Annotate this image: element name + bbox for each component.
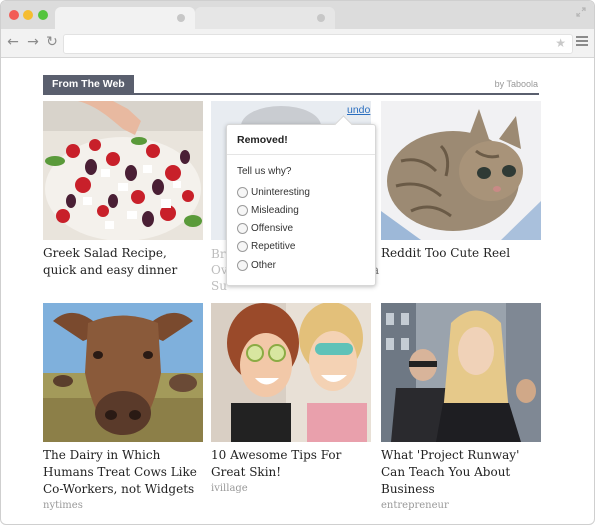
back-arrow-icon[interactable]: ←	[5, 34, 21, 50]
browser-toolbar: ← → ↻ ★	[1, 29, 594, 58]
reason-label: Other	[251, 260, 277, 271]
skin-tips-thumbnail[interactable]	[211, 303, 371, 442]
browser-tab[interactable]	[195, 7, 335, 29]
tab-close-icon[interactable]	[177, 14, 185, 22]
reason-option[interactable]: Other	[237, 259, 276, 273]
radio-button[interactable]	[237, 186, 248, 198]
hamburger-menu-icon[interactable]	[576, 36, 588, 48]
card-source: entrepreneur	[381, 500, 449, 511]
widget-header: From The Web by Taboola	[43, 75, 539, 95]
content-card[interactable]: Reddit Too Cute Reel	[381, 101, 541, 262]
card-source: ivillage	[211, 483, 248, 494]
content-card[interactable]: The Dairy in Which Humans Treat Cows Lik…	[43, 303, 203, 511]
forward-arrow-icon[interactable]: →	[25, 34, 41, 50]
browser-tab-active[interactable]	[55, 7, 195, 29]
card-title[interactable]: The Dairy in Which Humans Treat Cows Lik…	[43, 447, 203, 498]
reason-option[interactable]: Uninteresting	[237, 186, 310, 200]
card-title[interactable]: Greek Salad Recipe, quick and easy dinne…	[43, 245, 203, 279]
close-window-button[interactable]	[9, 10, 19, 20]
widget-title: From The Web	[43, 75, 134, 93]
popup-divider	[227, 154, 375, 155]
reason-option[interactable]: Offensive	[237, 222, 293, 236]
reason-option[interactable]: Repetitive	[237, 240, 295, 254]
expand-icon[interactable]	[576, 7, 586, 17]
popup-question: Tell us why?	[237, 166, 292, 177]
radio-button[interactable]	[237, 240, 248, 252]
address-bar[interactable]: ★	[63, 34, 573, 54]
card-title[interactable]: 10 Awesome Tips For Great Skin!	[211, 447, 371, 481]
card-title[interactable]: Reddit Too Cute Reel	[381, 245, 541, 262]
tab-close-icon[interactable]	[317, 14, 325, 22]
maximize-window-button[interactable]	[38, 10, 48, 20]
removed-card-title-fragment: Br	[211, 247, 226, 261]
project-runway-thumbnail[interactable]	[381, 303, 541, 442]
removal-feedback-popup: Removed! Tell us why? Uninteresting Misl…	[226, 115, 376, 286]
reason-option[interactable]: Misleading	[237, 204, 299, 218]
tab-bar	[1, 1, 594, 29]
radio-button[interactable]	[237, 259, 248, 271]
reason-label: Uninteresting	[251, 187, 310, 198]
kitten-thumbnail[interactable]	[381, 101, 541, 240]
radio-button[interactable]	[237, 204, 248, 216]
popup-title: Removed!	[237, 134, 288, 146]
removed-card-title-fragment: Su	[211, 279, 227, 293]
card-source: nytimes	[43, 500, 83, 511]
reason-label: Repetitive	[251, 241, 296, 252]
reason-label: Offensive	[251, 223, 294, 234]
card-title[interactable]: What 'Project Runway' Can Teach You Abou…	[381, 447, 541, 498]
star-icon[interactable]: ★	[555, 36, 566, 50]
reason-label: Misleading	[251, 205, 299, 216]
cow-thumbnail[interactable]	[43, 303, 203, 442]
minimize-window-button[interactable]	[23, 10, 33, 20]
greek-salad-thumbnail[interactable]	[43, 101, 203, 240]
reload-icon[interactable]: ↻	[44, 34, 60, 50]
radio-button[interactable]	[237, 222, 248, 234]
content-card[interactable]: Greek Salad Recipe, quick and easy dinne…	[43, 101, 203, 279]
content-card[interactable]: 10 Awesome Tips For Great Skin! ivillage	[211, 303, 371, 494]
undo-link[interactable]: undo	[347, 104, 370, 116]
content-card[interactable]: What 'Project Runway' Can Teach You Abou…	[381, 303, 541, 511]
attribution-link[interactable]: by Taboola	[495, 79, 538, 89]
